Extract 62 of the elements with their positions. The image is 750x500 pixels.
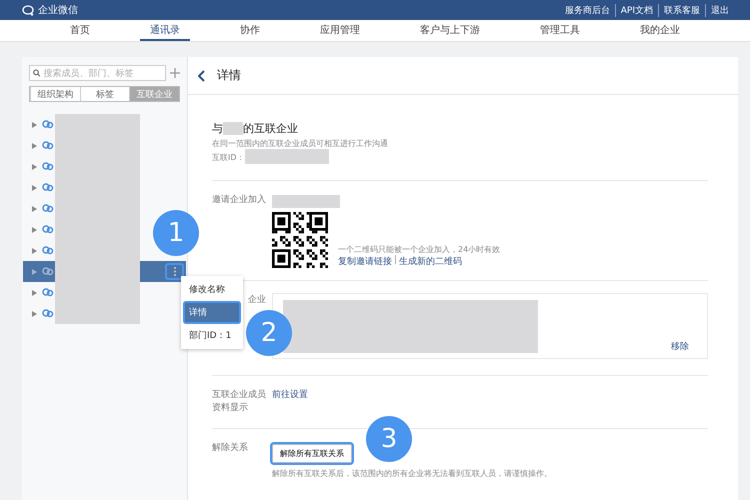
nav-tab[interactable]: 应用管理 (310, 20, 370, 41)
qr-note: 一个二维码只能被一个企业加入，24小时有效 (338, 244, 500, 255)
add-icon[interactable] (170, 68, 180, 78)
field-label: 企业 (247, 294, 267, 306)
nav-tab[interactable]: 协作 (230, 20, 270, 41)
top-link[interactable]: 联系客服 (658, 4, 705, 16)
nav-tab[interactable]: 通讯录 (140, 20, 190, 41)
nav-tab[interactable]: 客户与上下游 (410, 20, 490, 41)
link-icon (42, 246, 54, 255)
top-link[interactable]: 退出 (705, 4, 734, 16)
unbind-button[interactable]: 解除所有互联关系 (272, 444, 352, 463)
remove-link[interactable]: 移除 (671, 340, 689, 353)
nav-tab[interactable]: 我的企业 (630, 20, 690, 41)
link-icon (42, 267, 54, 276)
search-field[interactable]: 搜索成员、部门、标签 (29, 65, 166, 81)
menu-item[interactable]: 修改名称 (183, 278, 241, 301)
search-icon (33, 69, 40, 77)
subtitle: 在同一范围内的互联企业成员可相互进行工作沟通 (212, 138, 389, 149)
warning-note: 解除所有互联关系后，该范围内的所有企业将无法看到互联人员，请谨慎操作。 (272, 468, 552, 479)
expand-arrow-icon (32, 206, 37, 212)
expand-arrow-icon (32, 164, 37, 170)
sidebar-tab[interactable]: 标签 (80, 87, 130, 101)
expand-arrow-icon (32, 142, 37, 148)
nav-tab[interactable]: 管理工具 (530, 20, 590, 41)
top-link[interactable]: API文档 (614, 4, 658, 16)
back-icon[interactable] (198, 70, 205, 82)
expand-arrow-icon (32, 310, 37, 316)
page-title: 详情 (217, 67, 241, 84)
redacted-block (272, 195, 340, 208)
link-icon (42, 141, 54, 150)
expand-arrow-icon (32, 290, 37, 296)
link-icon (42, 288, 54, 297)
regenerate-link[interactable]: 生成新的二维码 (399, 255, 462, 268)
menu-item[interactable]: 部门ID：1 (183, 324, 241, 347)
top-link[interactable]: 服务商后台 (560, 4, 615, 16)
expand-arrow-icon (32, 268, 37, 274)
redacted-block (223, 122, 243, 135)
field-label: 邀请企业加入 (212, 194, 267, 206)
brand-name: 企业微信 (38, 4, 78, 17)
heading-suffix: 的互联企业 (243, 121, 298, 136)
expand-arrow-icon (32, 248, 37, 254)
link-icon (42, 120, 54, 129)
expand-arrow-icon (32, 184, 37, 190)
link-icon (42, 204, 54, 213)
field-label: 解除关系 (212, 442, 249, 454)
expand-arrow-icon (32, 226, 37, 232)
settings-link[interactable]: 前往设置 (272, 388, 308, 401)
heading-prefix: 与 (212, 121, 223, 136)
link-icon (42, 309, 54, 318)
id-label: 互联ID： (212, 152, 245, 163)
copy-link[interactable]: 复制邀请链接 (338, 255, 392, 268)
link-icon (42, 183, 54, 192)
chat-logo-icon (22, 4, 34, 16)
link-icon (42, 162, 54, 171)
sidebar-tab[interactable]: 组织架构 (30, 87, 80, 101)
expand-arrow-icon (32, 122, 37, 128)
nav-tab[interactable]: 首页 (60, 20, 100, 41)
qr-code (272, 212, 328, 268)
separator: | (393, 255, 398, 265)
link-icon (42, 225, 54, 234)
menu-item[interactable]: 详情 (183, 301, 241, 324)
field-label: 互联企业成员资料显示 (212, 388, 267, 414)
